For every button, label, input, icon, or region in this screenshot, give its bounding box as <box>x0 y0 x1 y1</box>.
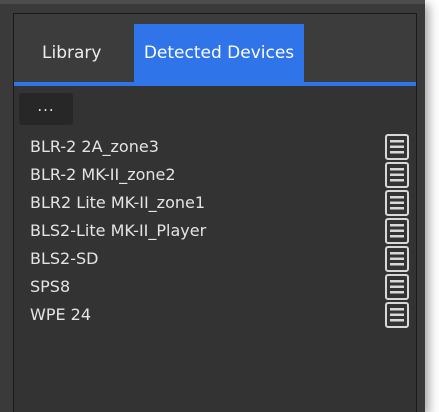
more-options-button[interactable]: ... <box>19 93 73 125</box>
device-name: BLS2-SD <box>30 249 99 268</box>
list-icon[interactable] <box>384 274 410 300</box>
device-row[interactable]: WPE 24 <box>14 301 416 329</box>
device-row[interactable]: BLR-2 MK-II_zone2 <box>14 161 416 189</box>
tab-library[interactable]: Library <box>30 24 130 82</box>
device-name: BLR2 Lite MK-II_zone1 <box>30 193 206 212</box>
device-row[interactable]: BLS2-Lite MK-II_Player <box>14 217 416 245</box>
detected-devices-content: ... BLR-2 2A_zone3 BLR-2 MK-II_zone2 BLR… <box>14 86 416 412</box>
tab-bar: Library Detected Devices <box>14 14 416 86</box>
device-row[interactable]: SPS8 <box>14 273 416 301</box>
device-row[interactable]: BLR2 Lite MK-II_zone1 <box>14 189 416 217</box>
devices-panel: Library Detected Devices ... BLR-2 2A_zo… <box>13 13 417 412</box>
tab-detected-devices[interactable]: Detected Devices <box>134 24 304 82</box>
list-icon[interactable] <box>384 302 410 328</box>
list-icon[interactable] <box>384 246 410 272</box>
window-frame: Library Detected Devices ... BLR-2 2A_zo… <box>0 0 425 412</box>
list-icon[interactable] <box>384 134 410 160</box>
device-name: WPE 24 <box>30 305 92 324</box>
device-row[interactable]: BLR-2 2A_zone3 <box>14 133 416 161</box>
device-name: BLS2-Lite MK-II_Player <box>30 221 207 240</box>
device-name: BLR-2 2A_zone3 <box>30 137 159 156</box>
device-row[interactable]: BLS2-SD <box>14 245 416 273</box>
window-top-edge <box>0 0 425 4</box>
list-icon[interactable] <box>384 162 410 188</box>
list-icon[interactable] <box>384 190 410 216</box>
device-name: SPS8 <box>30 277 71 296</box>
device-name: BLR-2 MK-II_zone2 <box>30 165 176 184</box>
list-icon[interactable] <box>384 218 410 244</box>
